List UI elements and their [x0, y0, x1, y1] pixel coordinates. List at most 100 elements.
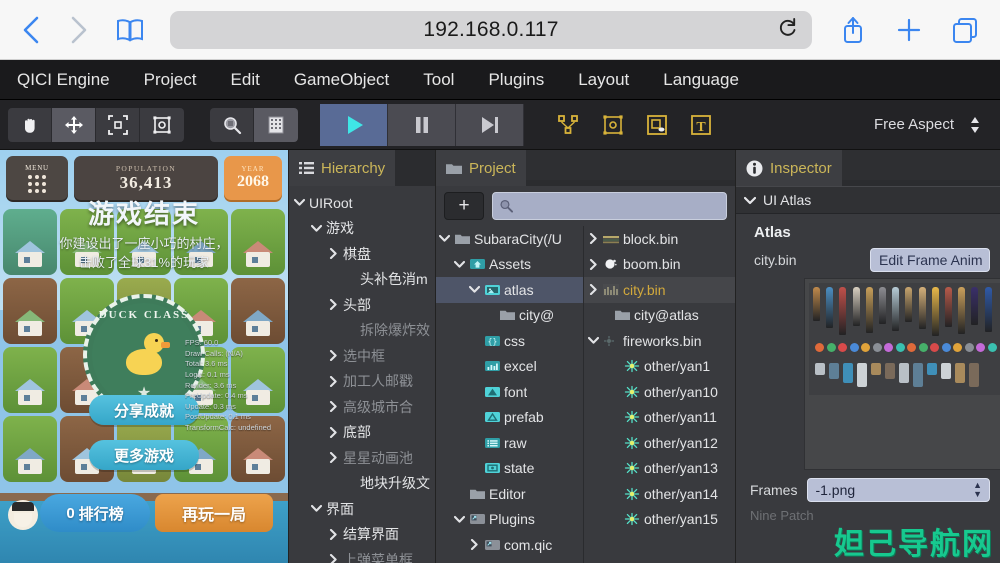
hierarchy-row[interactable]: 高级城市合 — [289, 394, 435, 420]
hierarchy-row[interactable]: 界面 — [289, 496, 435, 522]
hierarchy-row[interactable]: 选中框 — [289, 343, 435, 369]
chevron-down-icon[interactable] — [310, 224, 322, 233]
chevron-right-icon[interactable] — [587, 233, 599, 245]
more-games-button[interactable]: 更多游戏 — [89, 440, 199, 470]
hierarchy-row[interactable]: 游戏 — [289, 216, 435, 242]
project-tree-row[interactable]: excel — [436, 354, 583, 380]
bookmarks-button[interactable] — [110, 10, 150, 50]
pause-button[interactable] — [388, 103, 456, 146]
menu-item-edit[interactable]: Edit — [214, 60, 277, 100]
menu-item-project[interactable]: Project — [127, 60, 214, 100]
button-icon-button[interactable] — [638, 108, 676, 142]
project-search-input[interactable] — [513, 198, 720, 214]
project-asset-row[interactable]: city@atlas — [584, 303, 735, 329]
project-tree-left[interactable]: SubaraCity(/U Assets atlas city@ {} css excel f… — [436, 226, 584, 563]
new-tab-button[interactable] — [888, 9, 930, 51]
chevron-down-icon[interactable] — [438, 234, 450, 243]
project-asset-row[interactable]: other/yan14 — [584, 481, 735, 507]
chevron-right-icon[interactable] — [327, 299, 339, 311]
hierarchy-row[interactable]: 头部 — [289, 292, 435, 318]
project-search-field[interactable] — [492, 192, 727, 220]
project-asset-row[interactable]: other/yan13 — [584, 456, 735, 482]
address-bar[interactable]: 192.168.0.117 — [170, 10, 812, 49]
chevron-down-icon[interactable] — [310, 504, 322, 513]
forward-button[interactable] — [62, 10, 96, 50]
project-tree-row[interactable]: {} css — [436, 328, 583, 354]
leaderboard-button[interactable]: 0 排行榜 — [40, 494, 150, 532]
project-tree-row[interactable]: font — [436, 379, 583, 405]
hierarchy-row[interactable]: 头补色消m — [289, 267, 435, 293]
reload-button[interactable] — [778, 16, 798, 43]
project-add-button[interactable]: + — [444, 192, 484, 220]
chevron-right-icon[interactable] — [327, 375, 339, 387]
show-tabs-button[interactable] — [944, 9, 986, 51]
project-tree-row[interactable]: state — [436, 456, 583, 482]
project-asset-row[interactable]: city.bin — [584, 277, 735, 303]
project-tree-row[interactable]: city@ — [436, 303, 583, 329]
hierarchy-row[interactable]: 星星动画池 — [289, 445, 435, 471]
share-button[interactable] — [832, 9, 874, 51]
scale-tool-button[interactable] — [96, 107, 140, 142]
project-tree-row[interactable]: SubaraCity(/U — [436, 226, 583, 252]
hierarchy-row[interactable]: 拆除爆炸效 — [289, 318, 435, 344]
menu-item-layout[interactable]: Layout — [561, 60, 646, 100]
inspector-section-ui-atlas[interactable]: UI Atlas — [736, 186, 1000, 214]
atlas-preview[interactable] — [804, 278, 1000, 470]
tab-hierarchy[interactable]: Hierarchy — [289, 150, 396, 186]
hierarchy-row[interactable]: 地块升级文 — [289, 471, 435, 497]
chevron-down-icon[interactable] — [468, 285, 480, 294]
game-preview[interactable]: MENU POPULATION 36,413 YEAR 2068 游戏结束 你建… — [0, 150, 288, 563]
chevron-right-icon[interactable] — [468, 539, 480, 551]
zoom-tool-button[interactable] — [210, 107, 254, 142]
chevron-right-icon[interactable] — [327, 401, 339, 413]
project-tree-row[interactable]: prefab — [436, 405, 583, 431]
chevron-right-icon[interactable] — [327, 350, 339, 362]
menu-item-gameobject[interactable]: GameObject — [277, 60, 406, 100]
project-asset-row[interactable]: fireworks.bin — [584, 328, 735, 354]
hierarchy-row[interactable]: 棋盘 — [289, 241, 435, 267]
project-tree-right[interactable]: block.bin boom.bin city.bin city@atlas firew… — [584, 226, 735, 563]
project-asset-row[interactable]: block.bin — [584, 226, 735, 252]
tab-project[interactable]: Project — [436, 150, 526, 186]
text-icon-button[interactable]: T — [682, 108, 720, 142]
hierarchy-row[interactable]: 结算界面 — [289, 522, 435, 548]
play-button[interactable] — [320, 103, 388, 146]
chevron-right-icon[interactable] — [327, 248, 339, 260]
project-asset-row[interactable]: other/yan10 — [584, 379, 735, 405]
chevron-right-icon[interactable] — [327, 452, 339, 464]
menu-item-language[interactable]: Language — [646, 60, 756, 100]
aspect-selector[interactable]: Free Aspect — [874, 114, 990, 136]
chevron-down-icon[interactable] — [293, 198, 305, 207]
chevron-down-icon[interactable] — [587, 336, 599, 345]
back-button[interactable] — [14, 10, 48, 50]
sprite-icon-button[interactable] — [594, 108, 632, 142]
step-button[interactable] — [456, 103, 524, 146]
hierarchy-row[interactable]: 上弹菜单框 — [289, 547, 435, 563]
menu-item-tool[interactable]: Tool — [406, 60, 471, 100]
project-asset-row[interactable]: other/yan11 — [584, 405, 735, 431]
hand-tool-button[interactable] — [8, 107, 52, 142]
chevron-right-icon[interactable] — [327, 528, 339, 540]
project-tree-row[interactable]: atlas — [436, 277, 583, 303]
tab-inspector[interactable]: Inspector — [736, 150, 842, 186]
hierarchy-row[interactable]: 底部 — [289, 420, 435, 446]
chevron-right-icon[interactable] — [327, 554, 339, 563]
grid-tool-button[interactable] — [254, 107, 298, 142]
edit-frame-anim-button[interactable]: Edit Frame Anim — [870, 248, 990, 272]
node-icon-button[interactable] — [550, 108, 588, 142]
replay-button[interactable]: 再玩一局 — [155, 494, 273, 532]
project-tree-row[interactable]: Assets — [436, 252, 583, 278]
chevron-down-icon[interactable] — [453, 515, 465, 524]
hierarchy-row[interactable]: 加工人邮戳 — [289, 369, 435, 395]
menu-item-plugins[interactable]: Plugins — [471, 60, 561, 100]
rect-tool-button[interactable] — [140, 107, 184, 142]
project-asset-row[interactable]: other/yan12 — [584, 430, 735, 456]
project-tree-row[interactable]: Plugins — [436, 507, 583, 533]
chevron-right-icon[interactable] — [587, 258, 599, 270]
project-tree-row[interactable]: raw — [436, 430, 583, 456]
project-asset-row[interactable]: other/yan15 — [584, 507, 735, 533]
chevron-right-icon[interactable] — [327, 426, 339, 438]
project-tree-row[interactable]: Editor — [436, 481, 583, 507]
hierarchy-tree[interactable]: UIRoot 游戏 棋盘 头补色消m 头部 拆除爆炸效 选中框 加工人邮戳 高级城市合 底部 星星动… — [289, 186, 435, 563]
move-tool-button[interactable] — [52, 107, 96, 142]
